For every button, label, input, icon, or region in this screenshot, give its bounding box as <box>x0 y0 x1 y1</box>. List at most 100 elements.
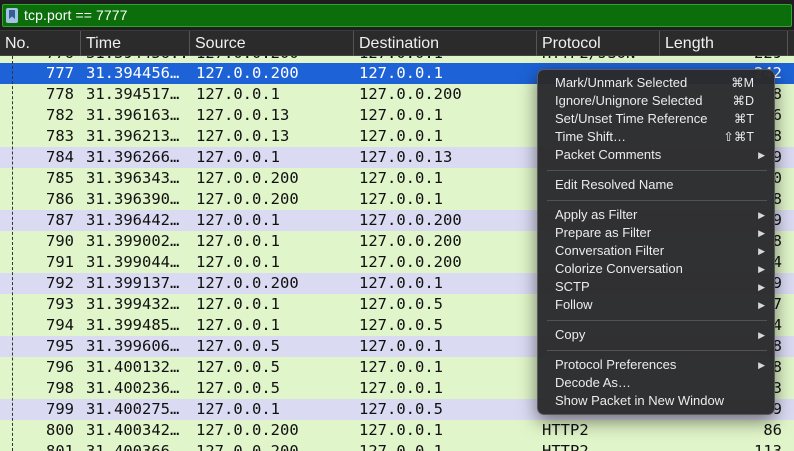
cell-no: 798 <box>46 379 74 397</box>
cell-source: 127.0.0.13 <box>196 106 290 124</box>
menu-item-mark-unmark[interactable]: Mark/Unmark Selected ⌘M <box>538 74 776 92</box>
column-header-time[interactable]: Time <box>81 31 190 56</box>
cell-no: 790 <box>46 232 74 250</box>
cell-source: 127.0.0.1 <box>196 232 280 250</box>
filter-text: tcp.port == 7777 <box>24 7 128 23</box>
menu-item-label: SCTP <box>555 279 590 294</box>
menu-item-label: Set/Unset Time Reference <box>555 111 708 126</box>
cell-source: 127.0.0.1 <box>196 400 280 418</box>
cell-time: 31.399044… <box>86 253 180 271</box>
menu-item-copy[interactable]: Copy ▶ <box>538 326 776 344</box>
cell-source: 127.0.0.200 <box>196 169 299 187</box>
menu-item-decode-as[interactable]: Decode As… <box>538 374 776 392</box>
packet-context-menu: Mark/Unmark Selected ⌘M Ignore/Unignore … <box>537 69 775 415</box>
cell-destination: 127.0.0.1 <box>359 64 443 82</box>
packet-list-header: No. Time Source Destination Protocol Len… <box>0 30 794 56</box>
cell-source: 127.0.0.1 <box>196 148 280 166</box>
menu-item-colorize-conversation[interactable]: Colorize Conversation ▶ <box>538 260 776 278</box>
cell-time: 31.400366… <box>86 442 180 451</box>
cell-source: 127.0.0.5 <box>196 337 280 355</box>
submenu-arrow-icon: ▶ <box>758 264 765 274</box>
table-row[interactable]: 800 31.400342… 127.0.0.200 127.0.0.1 HTTP2 86 <box>0 420 794 441</box>
cell-destination: 127.0.0.200 <box>359 85 462 103</box>
cell-time: 31.400132… <box>86 358 180 376</box>
conversation-tree-line <box>12 56 13 451</box>
cell-no: 782 <box>46 106 74 124</box>
menu-item-follow[interactable]: Follow ▶ <box>538 296 776 314</box>
cell-source: 127.0.0.1 <box>196 316 280 334</box>
cell-protocol: HTTP2 <box>542 421 589 439</box>
submenu-arrow-icon: ▶ <box>758 150 765 160</box>
table-row[interactable]: 801 31.400366… 127.0.0.200 127.0.0.1 HTTP2 11… <box>0 441 794 451</box>
cell-time: 31.394517… <box>86 85 180 103</box>
cell-no: 794 <box>46 316 74 334</box>
cell-no: 800 <box>46 421 74 439</box>
cell-destination: 127.0.0.1 <box>359 106 443 124</box>
cell-source: 127.0.0.1 <box>196 85 280 103</box>
cell-time: 31.399002… <box>86 232 180 250</box>
menu-item-prepare-as-filter[interactable]: Prepare as Filter ▶ <box>538 224 776 242</box>
bookmark-icon[interactable] <box>6 8 18 23</box>
cell-source: 127.0.0.1 <box>196 211 280 229</box>
cell-destination: 127.0.0.1 <box>359 337 443 355</box>
column-header-extra <box>788 31 794 56</box>
display-filter-input[interactable]: tcp.port == 7777 <box>2 4 792 27</box>
cell-destination: 127.0.0.1 <box>359 379 443 397</box>
menu-item-label: Apply as Filter <box>555 207 638 222</box>
cell-source: 127.0.0.200 <box>196 64 299 82</box>
menu-item-apply-as-filter[interactable]: Apply as Filter ▶ <box>538 206 776 224</box>
menu-item-label: Show Packet in New Window <box>555 393 725 408</box>
cell-no: 778 <box>46 85 74 103</box>
menu-item-packet-comments[interactable]: Packet Comments ▶ <box>538 146 776 164</box>
column-header-source[interactable]: Source <box>190 31 354 56</box>
column-header-destination[interactable]: Destination <box>354 31 537 56</box>
menu-separator <box>547 320 767 321</box>
submenu-arrow-icon: ▶ <box>758 210 765 220</box>
cell-source: 127.0.0.1 <box>196 253 280 271</box>
cell-destination: 127.0.0.1 <box>359 169 443 187</box>
column-header-protocol[interactable]: Protocol <box>537 31 660 56</box>
cell-no: 786 <box>46 190 74 208</box>
cell-protocol: HTTP2 <box>542 442 589 451</box>
menu-item-label: Edit Resolved Name <box>555 177 674 192</box>
menu-item-edit-resolved-name[interactable]: Edit Resolved Name <box>538 176 776 194</box>
menu-item-show-packet-new-window[interactable]: Show Packet in New Window <box>538 392 776 410</box>
menu-item-label: Prepare as Filter <box>555 225 652 240</box>
cell-no: 795 <box>46 337 74 355</box>
column-header-length[interactable]: Length <box>660 31 788 56</box>
cell-source: 127.0.0.5 <box>196 358 280 376</box>
cell-no: 792 <box>46 274 74 292</box>
menu-item-protocol-preferences[interactable]: Protocol Preferences ▶ <box>538 356 776 374</box>
menu-item-label: Time Shift… <box>555 129 627 144</box>
column-header-no[interactable]: No. <box>0 31 81 56</box>
cell-no: 784 <box>46 148 74 166</box>
menu-separator <box>547 350 767 351</box>
menu-item-time-reference[interactable]: Set/Unset Time Reference ⌘T <box>538 110 776 128</box>
cell-time: 31.399485… <box>86 316 180 334</box>
menu-item-sctp[interactable]: SCTP ▶ <box>538 278 776 296</box>
cell-time: 31.400342… <box>86 421 180 439</box>
cell-destination: 127.0.0.5 <box>359 295 443 313</box>
cell-time: 31.399432… <box>86 295 180 313</box>
cell-no: 793 <box>46 295 74 313</box>
cell-source: 127.0.0.200 <box>196 421 299 439</box>
cell-destination: 127.0.0.1 <box>359 442 443 451</box>
cell-time: 31.399606… <box>86 337 180 355</box>
cell-no: 777 <box>46 64 74 82</box>
cell-time: 31.396442… <box>86 211 180 229</box>
menu-item-ignore-unignore[interactable]: Ignore/Unignore Selected ⌘D <box>538 92 776 110</box>
cell-source: 127.0.0.1 <box>196 295 280 313</box>
cell-time: 31.396266… <box>86 148 180 166</box>
cell-destination: 127.0.0.5 <box>359 316 443 334</box>
menu-item-label: Follow <box>555 297 593 312</box>
cell-time: 31.396343… <box>86 169 180 187</box>
cell-time: 31.400275… <box>86 400 180 418</box>
cell-destination: 127.0.0.1 <box>359 274 443 292</box>
cell-destination: 127.0.0.200 <box>359 253 462 271</box>
menu-item-conversation-filter[interactable]: Conversation Filter ▶ <box>538 242 776 260</box>
cell-source: 127.0.0.5 <box>196 379 280 397</box>
menu-item-time-shift[interactable]: Time Shift… ⇧⌘T <box>538 128 776 146</box>
menu-separator <box>547 200 767 201</box>
menu-item-shortcut: ⌘T <box>733 112 754 126</box>
cell-destination: 127.0.0.200 <box>359 211 462 229</box>
